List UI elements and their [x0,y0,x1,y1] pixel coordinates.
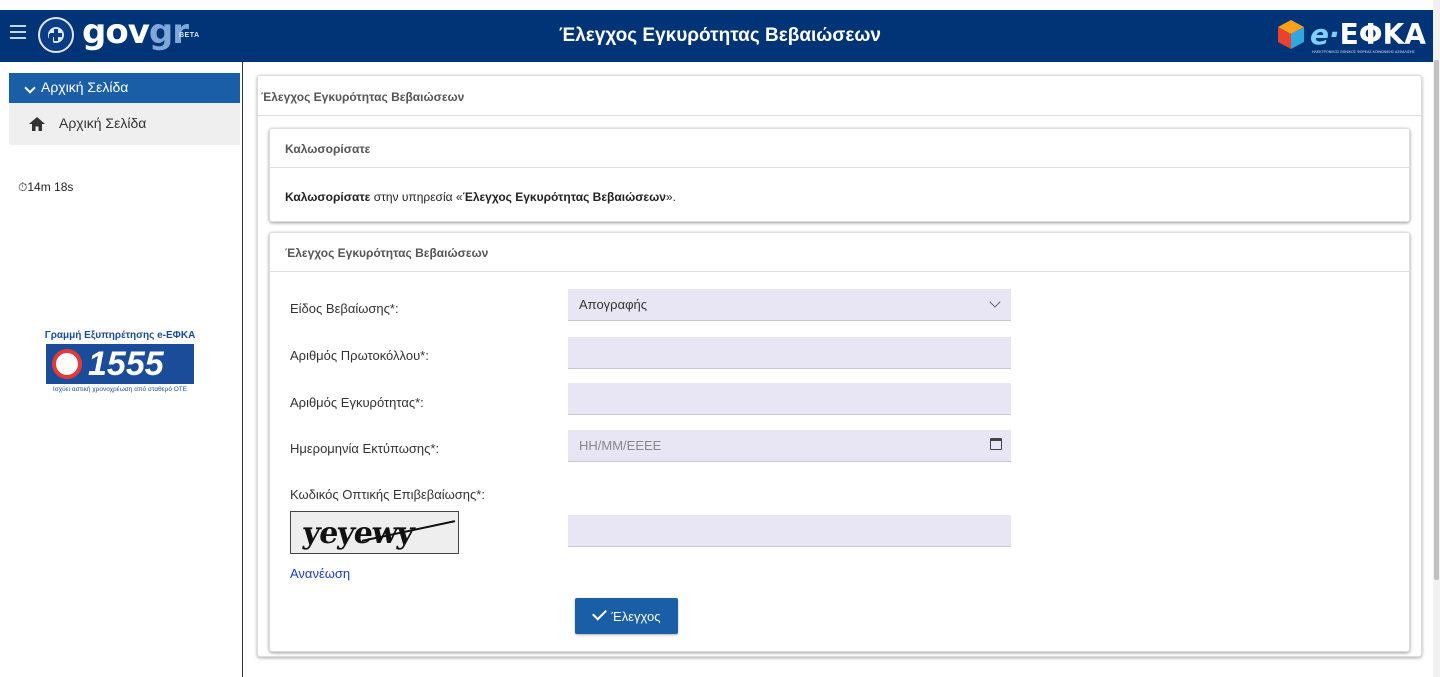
page-title: Έλεγχος Εγκυρότητας Βεβαιώσεων [559,25,881,46]
certificate-type-select[interactable]: Απογραφής [568,289,1011,321]
chevron-down-icon [24,82,36,94]
home-icon [29,117,45,131]
validation-form-card: Έλεγχος Εγκυρότητας Βεβαιώσεων Είδος Βεβ… [269,232,1410,652]
check-button[interactable]: Έλεγχος [575,598,678,634]
validity-number-input[interactable] [568,383,1011,415]
protocol-number-label: Αριθμός Πρωτοκόλλου*: [290,348,429,363]
captcha-refresh-link[interactable]: Ανανέωση [290,566,350,581]
print-date-label: Ημερομηνία Εκτύπωσης*: [290,441,440,456]
main-panel: Έλεγχος Εγκυρότητας Βεβαιώσεων Καλωσορίσ… [257,75,1422,657]
session-timer: ⏱14m 18s [18,180,74,194]
sidebar-section-home[interactable]: Αρχική Σελίδα [9,73,240,103]
top-strip [0,0,1440,10]
captcha-label: Κωδικός Οπτικής Επιβεβαίωσης*: [290,487,485,502]
timer-icon: ⏱ [18,180,28,194]
print-date-input[interactable]: ΗΗ/ΜΜ/ΕΕΕΕ [568,430,1011,462]
captcha-input[interactable] [568,515,1011,547]
certificate-type-label: Είδος Βεβαίωσης*: [290,301,399,316]
helpline-banner: Γραμμή Εξυπηρέτησης e-ΕΦΚΑ 1555 Ισχύει α… [44,330,196,393]
form-card-title: Έλεγχος Εγκυρότητας Βεβαιώσεων [270,233,1409,272]
captcha-image: yeyewy [290,511,459,554]
efka-logo[interactable]: e·ΕΦΚΑ ΗΛΕΚΤΡΟΝΙΚΟΣ ΕΘΝΙΚΟΣ ΦΟΡΕΑΣ ΚΟΙΝΩ… [1274,14,1430,58]
helpline-icon [52,349,82,379]
chevron-down-icon [989,296,1001,308]
welcome-card: Καλωσορίσατε Καλωσορίσατε στην υπηρεσία … [269,128,1410,222]
protocol-number-input[interactable] [568,337,1011,369]
welcome-message: Καλωσορίσατε στην υπηρεσία «Έλεγχος Εγκυ… [285,190,676,204]
main-panel-title: Έλεγχος Εγκυρότητας Βεβαιώσεων [258,76,1421,116]
sidebar: Αρχική Σελίδα Αρχική Σελίδα ⏱14m 18s Γρα… [0,62,243,677]
check-icon [591,605,607,621]
validity-number-label: Αριθμός Εγκυρότητας*: [290,395,424,410]
welcome-card-title: Καλωσορίσατε [270,129,1409,168]
calendar-icon[interactable] [990,438,1002,450]
sidebar-item-home[interactable]: Αρχική Σελίδα [9,103,240,145]
scrollbar-thumb[interactable] [1434,60,1439,580]
header-bar: govgr BETA Έλεγχος Εγκυρότητας Βεβαιώσεω… [0,10,1433,62]
efka-cubes-icon [1278,20,1304,49]
